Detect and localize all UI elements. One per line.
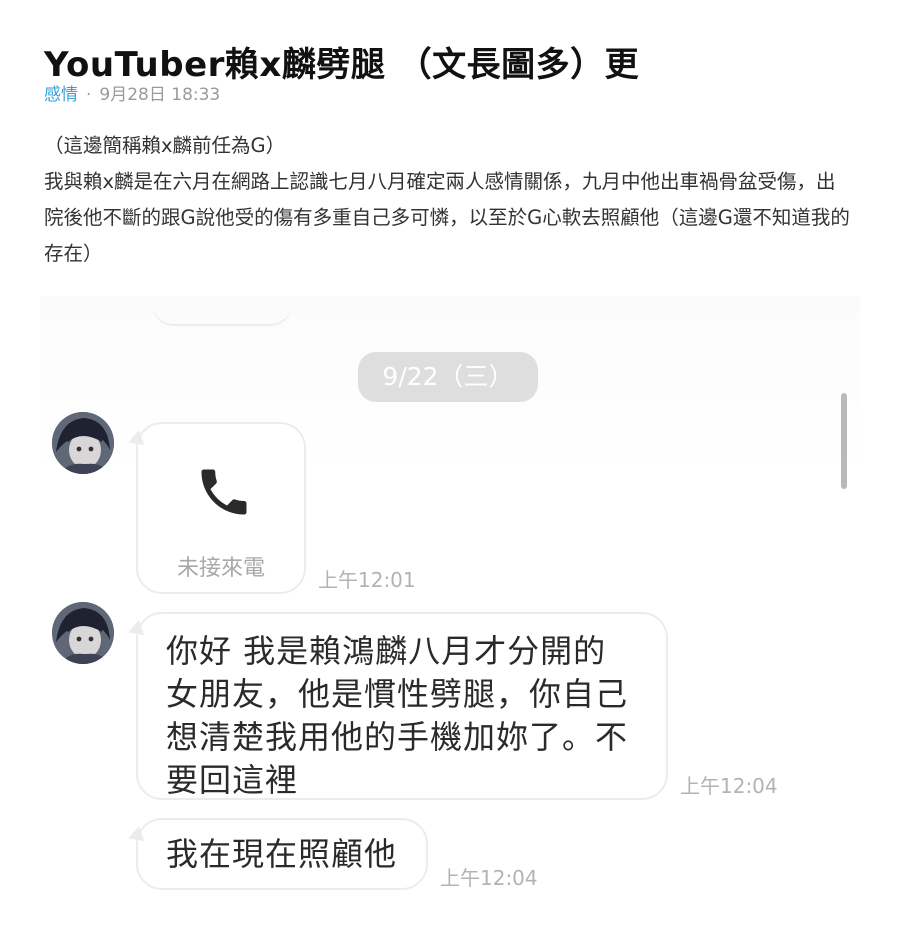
avatar [52,412,114,474]
message-time: 上午12:04 [440,866,538,890]
avatar [52,602,114,664]
message-bubble[interactable]: 我在現在照顧他 [136,818,428,890]
previous-bubble-edge [152,296,292,326]
post-meta: 感情 · 9月28日 18:33 [44,80,220,105]
phone-icon [201,469,247,515]
post-title: YouTuber賴x麟劈腿 （文長圖多）更 [44,44,640,85]
date-separator: 9/22（三） [358,352,538,402]
chat-screenshot-image: 9/22（三） 未接來電 上午12:01 你好 我是賴鴻麟八月才分開的女朋友，他… [40,296,860,896]
scrollbar-thumb [841,393,847,489]
paragraph: （這邊簡稱賴x麟前任為G） [44,134,286,157]
post-date: 9月28日 18:33 [99,85,221,105]
missed-call-bubble[interactable]: 未接來電 [136,422,306,594]
paragraph: 我與賴x麟是在六月在網路上認識七月八月確定兩人感情關係，九月中他出車禍骨盆受傷，… [44,170,850,265]
category-link[interactable]: 感情 [44,85,78,105]
post-body: （這邊簡稱賴x麟前任為G） 我與賴x麟是在六月在網路上認識七月八月確定兩人感情關… [44,128,854,272]
missed-call-label: 未接來電 [176,556,265,581]
message-time: 上午12:01 [318,568,416,592]
meta-separator: · [86,85,92,105]
message-time: 上午12:04 [680,774,778,798]
message-bubble[interactable]: 你好 我是賴鴻麟八月才分開的女朋友，他是慣性劈腿，你自己想清楚我用他的手機加妳了… [136,612,668,800]
